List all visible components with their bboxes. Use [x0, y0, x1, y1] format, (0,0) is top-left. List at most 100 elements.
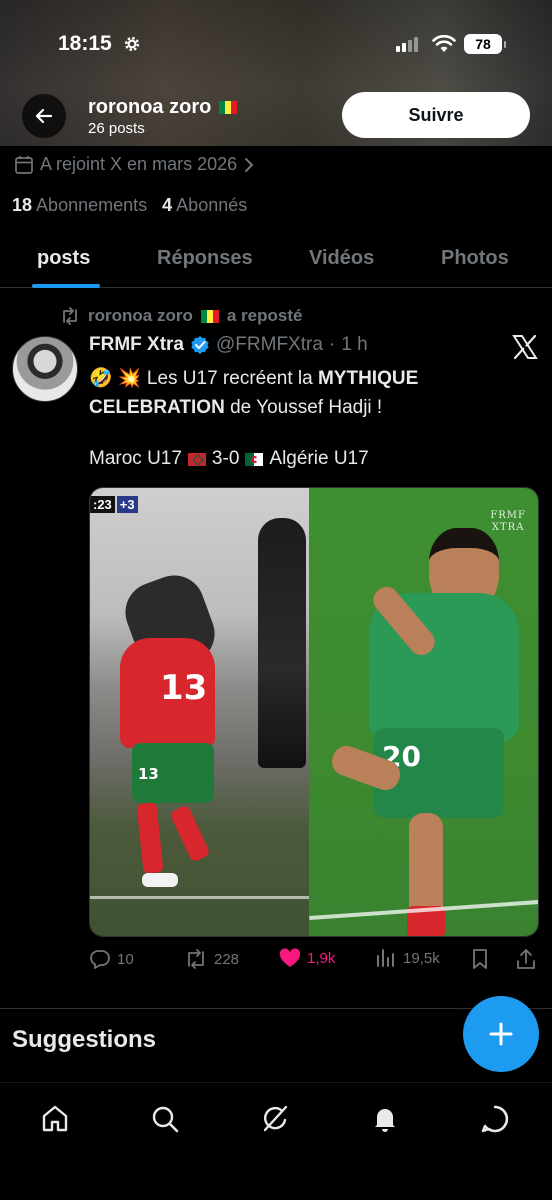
watermark-line1: FRMF [490, 510, 526, 521]
suggestions-heading: Suggestions [12, 1026, 157, 1053]
score-team2: Algérie U17 [269, 448, 369, 469]
author-handle[interactable]: @FRMFXtra [216, 334, 323, 356]
following-link[interactable]: 18 Abonnements [12, 195, 147, 215]
photographer-figure [258, 518, 306, 768]
chevron-right-icon [245, 157, 254, 172]
nav-messages[interactable] [477, 1101, 513, 1137]
following-count: 18 [12, 195, 33, 215]
overlay-time: :23 [90, 496, 115, 513]
reply-icon [90, 950, 110, 969]
verified-icon [191, 336, 209, 354]
tab-photos[interactable]: Photos [441, 247, 509, 270]
post-text-part1: Les U17 recréent la [146, 368, 318, 389]
battery-level: 78 [475, 36, 491, 52]
joined-date[interactable]: A rejoint X en mars 2026 [14, 154, 255, 175]
senegal-flag-icon [200, 309, 219, 323]
bookmark-button[interactable] [470, 948, 490, 970]
reply-count: 10 [117, 950, 134, 968]
bottom-navigation [0, 1082, 552, 1200]
player-leg-left [136, 802, 164, 874]
post-media[interactable]: :23 +3 13 13 FRMF XTRA 20 [89, 487, 539, 937]
nav-home[interactable] [37, 1101, 73, 1137]
repost-button[interactable]: 228 [184, 948, 239, 970]
x-logo-icon[interactable] [512, 334, 538, 360]
watermark-line2: XTRA [491, 522, 525, 533]
status-bar: 18:15 78 [0, 0, 552, 90]
player-red-jersey: 13 [120, 638, 215, 748]
score-team1: Maroc U17 [89, 448, 182, 469]
nav-notifications[interactable] [367, 1101, 403, 1137]
battery-indicator: 78 [464, 34, 506, 54]
calendar-icon [15, 155, 33, 174]
repost-user: roronoa zoro [88, 306, 193, 325]
author-name[interactable]: FRMF Xtra [89, 334, 184, 356]
player-leg-right [169, 804, 211, 863]
bookmark-icon [473, 949, 487, 969]
post-author-row: FRMF Xtra @FRMFXtra · 1 h [89, 334, 368, 356]
wifi-icon [432, 35, 456, 52]
algeria-flag-icon [245, 452, 264, 466]
follow-button[interactable]: Suivre [342, 92, 530, 138]
signal-icon [396, 37, 418, 52]
followers-label: Abonnés [176, 195, 248, 215]
grok-icon [263, 1105, 288, 1132]
post-text-part2: de Youssef Hadji ! [224, 397, 383, 418]
tab-videos[interactable]: Vidéos [309, 247, 374, 270]
search-icon [152, 1106, 179, 1133]
repost-icon [63, 307, 77, 325]
followers-count: 4 [162, 195, 173, 215]
nav-grok[interactable] [257, 1101, 293, 1137]
repost-count: 228 [214, 950, 240, 968]
tab-posts[interactable]: posts [37, 247, 90, 270]
active-tab-indicator [32, 284, 100, 288]
player-boot [142, 873, 178, 887]
views-count: 19,5k [403, 949, 440, 967]
heart-icon [279, 948, 301, 967]
separator-dot: · [328, 334, 336, 355]
post-actions: 10 228 1,9k 19,5k [89, 948, 539, 976]
joined-text: A rejoint X en mars 2026 [40, 154, 238, 174]
jersey-number-shorts: 13 [138, 765, 159, 783]
media-watermark: FRMF XTRA [490, 510, 526, 534]
post-score-line: Maroc U17 3-0 Algérie U17 [89, 448, 369, 470]
share-icon [517, 949, 535, 969]
media-right-photo: FRMF XTRA 20 [309, 488, 538, 936]
messages-icon [481, 1105, 509, 1133]
home-icon [42, 1105, 68, 1132]
media-left-photo: :23 +3 13 13 [90, 488, 309, 936]
post-text: 🤣 💥 Les U17 recréent la MYTHIQUE CELEBRA… [89, 364, 529, 422]
following-label: Abonnements [36, 195, 148, 215]
repost-context[interactable]: roronoa zoro a reposté [60, 306, 302, 326]
like-button[interactable]: 1,9k [279, 948, 335, 968]
header-posts-count: 26 posts [88, 120, 145, 137]
follow-stats: 18 Abonnements 4 Abonnés [12, 195, 247, 216]
repost-label: a reposté [226, 306, 303, 325]
plus-icon [489, 1022, 513, 1046]
followers-link[interactable]: 4 Abonnés [162, 195, 247, 215]
post-emojis: 🤣 💥 [89, 368, 142, 389]
broadcast-overlay: :23 +3 [90, 496, 138, 513]
reply-button[interactable]: 10 [89, 948, 134, 970]
back-button[interactable] [22, 94, 66, 138]
player-green-shorts: 13 [132, 743, 214, 803]
tab-replies[interactable]: Réponses [157, 247, 253, 270]
senegal-flag-icon [219, 101, 238, 114]
views-icon [377, 949, 394, 967]
author-avatar[interactable] [12, 336, 78, 402]
compose-button[interactable] [463, 996, 539, 1072]
repost-icon [188, 949, 204, 969]
like-count: 1,9k [307, 949, 336, 967]
pitch-line [90, 896, 309, 899]
header-name-row: roronoa zoro [88, 96, 238, 119]
overlay-added: +3 [116, 496, 138, 513]
gear-icon [124, 36, 140, 52]
views-button[interactable]: 19,5k [375, 948, 440, 968]
status-time: 18:15 [58, 32, 112, 55]
morocco-flag-icon [187, 452, 206, 466]
section-divider [0, 1008, 552, 1009]
nav-search[interactable] [147, 1101, 183, 1137]
jersey-number-left: 13 [160, 668, 208, 708]
bell-icon [375, 1109, 395, 1132]
back-arrow-icon [35, 108, 53, 124]
share-button[interactable] [515, 948, 537, 970]
